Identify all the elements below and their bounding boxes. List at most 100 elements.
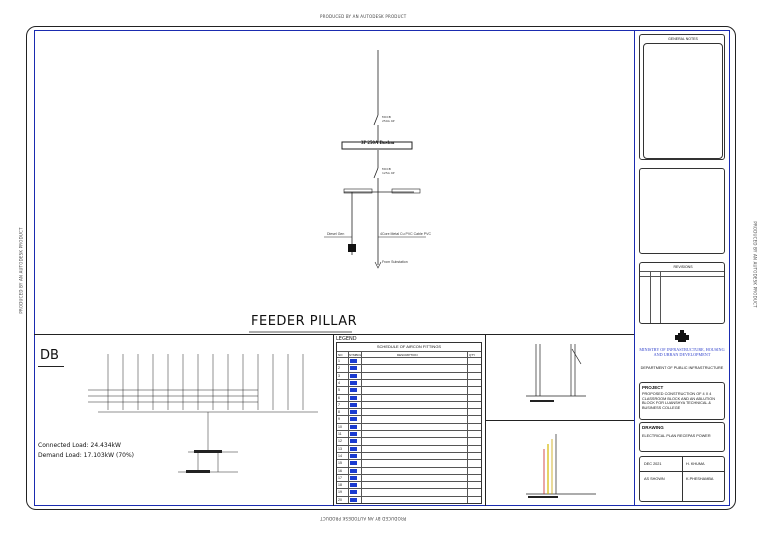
legend-row: 10 bbox=[337, 422, 481, 430]
legend-row: 1 bbox=[337, 357, 481, 364]
legend-table: SCHEDULE OF AIRCON FITTINGS NO SYMBOL DE… bbox=[336, 342, 482, 504]
ministry-block: MINISTRY OF INFRASTRUCTURE, HOUSING AND … bbox=[639, 330, 725, 382]
legend-row: 14 bbox=[337, 451, 481, 459]
legend-row: 11 bbox=[337, 430, 481, 437]
legend-row: 2 bbox=[337, 364, 481, 371]
legend-row-number: 16 bbox=[338, 468, 342, 473]
from-substation-label: From Substation bbox=[382, 260, 408, 264]
coat-of-arms-icon bbox=[675, 330, 689, 342]
legend-symbol-icon bbox=[350, 395, 357, 400]
db-schematic bbox=[88, 354, 318, 473]
legend-symbol-icon bbox=[350, 359, 357, 363]
legend-row-number: 6 bbox=[338, 395, 340, 400]
project-box: PROJECT PROPOSED CONSTRUCTION OF 4 X 4 C… bbox=[639, 382, 725, 420]
left-feed-label: Diesel Gen bbox=[327, 232, 345, 236]
stamp-right: PRODUCED BY AN AUTODESK PRODUCT bbox=[752, 221, 758, 308]
legend-row-number: 7 bbox=[338, 402, 340, 407]
legend-row: 18 bbox=[337, 481, 481, 488]
notes-box-2 bbox=[639, 168, 725, 254]
drawn-by-value: H. KHUMA bbox=[686, 462, 705, 466]
legend-schedule-title: SCHEDULE OF AIRCON FITTINGS bbox=[376, 344, 442, 349]
svg-text:125A 4P: 125A 4P bbox=[382, 171, 395, 175]
stamp-top: PRODUCED BY AN AUTODESK PRODUCT bbox=[320, 14, 407, 19]
legend-symbol-icon bbox=[350, 388, 357, 393]
legend-row-number: 14 bbox=[338, 453, 342, 458]
legend-symbol-icon bbox=[350, 439, 357, 444]
legend-symbol-icon bbox=[350, 410, 357, 415]
date-value: DEC 2021 bbox=[644, 462, 662, 466]
legend-row-number: 8 bbox=[338, 410, 340, 415]
connected-load: Connected Load: 24.434kW bbox=[38, 442, 121, 449]
general-notes-box: GENERAL NOTES bbox=[639, 34, 725, 160]
legend-row-number: 5 bbox=[338, 388, 340, 393]
legend-row: 9 bbox=[337, 415, 481, 422]
legend-symbol-icon bbox=[350, 380, 357, 385]
scale-value: AS SHOWN bbox=[644, 477, 665, 481]
legend-symbol-icon bbox=[350, 461, 357, 466]
legend-row-number: 1 bbox=[338, 359, 340, 363]
drawing-label: DRAWING bbox=[642, 425, 664, 430]
legend-row-number: 17 bbox=[338, 475, 342, 480]
legend-symbol-icon bbox=[350, 417, 357, 422]
legend-row: 7 bbox=[337, 400, 481, 408]
legend-row-number: 3 bbox=[338, 373, 340, 378]
legend-row: 15 bbox=[337, 459, 481, 466]
legend-row-number: 18 bbox=[338, 483, 342, 488]
legend-row-number: 4 bbox=[338, 380, 340, 385]
db-title: DB bbox=[40, 348, 59, 363]
legend-row: 8 bbox=[337, 408, 481, 415]
legend-symbol-icon bbox=[350, 366, 357, 371]
svg-text:250A 4P: 250A 4P bbox=[382, 119, 395, 123]
legend-row-number: 9 bbox=[338, 417, 340, 422]
legend-row-number: 19 bbox=[338, 490, 342, 495]
revisions-label: REVISIONS bbox=[673, 265, 693, 269]
legend-symbol-icon bbox=[350, 475, 357, 480]
legend-row-number: 12 bbox=[338, 439, 342, 444]
legend-row-number: 20 bbox=[338, 497, 342, 502]
legend-symbol-icon bbox=[350, 402, 357, 407]
legend-row: 5 bbox=[337, 386, 481, 393]
feeder-pillar-diagram: MCCB250A 4P MCCB125A 4P bbox=[249, 50, 426, 333]
project-text: PROPOSED CONSTRUCTION OF 4 X 4 CLASSROOM… bbox=[642, 392, 716, 410]
legend-symbol-icon bbox=[350, 497, 357, 502]
legend-symbol-icon bbox=[350, 490, 357, 495]
legend-row-number: 15 bbox=[338, 461, 342, 466]
legend-symbol-icon bbox=[350, 483, 357, 488]
legend-row: 16 bbox=[337, 466, 481, 474]
ministry-name: MINISTRY OF INFRASTRUCTURE, HOUSING AND … bbox=[639, 347, 725, 357]
legend-row: 13 bbox=[337, 444, 481, 452]
legend-row-number: 11 bbox=[338, 432, 342, 436]
legend-symbol-icon bbox=[350, 432, 357, 436]
drawing-box: DRAWING ELECTRICAL PLAN RECEPAS POWER bbox=[639, 422, 725, 452]
legend-row: 4 bbox=[337, 378, 481, 386]
legend-symbol-icon bbox=[350, 424, 357, 429]
legend-symbol-icon bbox=[350, 468, 357, 473]
feeder-pillar-title: FEEDER PILLAR bbox=[251, 314, 358, 329]
legend-row-number: 2 bbox=[338, 366, 340, 371]
project-label: PROJECT bbox=[642, 385, 664, 390]
legend-rows: 1 2 3 4 5 6 7 8 9 10 11 12 13 14 15 16 17 18 19 20 bbox=[337, 357, 481, 503]
checked-by-value: K.PHESHAMBA bbox=[686, 477, 714, 481]
right-feed-label: 4Core Metal Cu PVC Cable PVC bbox=[380, 232, 431, 236]
revisions-box: REVISIONS bbox=[639, 262, 725, 324]
legend-row: 3 bbox=[337, 371, 481, 379]
info-box: DEC 2021 H. KHUMA AS SHOWN K.PHESHAMBA bbox=[639, 456, 725, 502]
legend-row: 19 bbox=[337, 488, 481, 495]
legend-row-number: 13 bbox=[338, 446, 342, 451]
legend-row-number: 10 bbox=[338, 424, 342, 429]
legend-symbol-icon bbox=[350, 373, 357, 378]
demand-load: Demand Load: 17.103kW (70%) bbox=[38, 452, 134, 459]
department-name: DEPARTMENT OF PUBLIC INFRASTRUCTURE bbox=[640, 366, 724, 370]
title-block: GENERAL NOTES REVISIONS MINISTRY OF INFR… bbox=[634, 30, 730, 506]
detail-drawings bbox=[526, 344, 596, 498]
stamp-bottom: PRODUCED BY AN AUTODESK PRODUCT bbox=[320, 516, 407, 521]
legend-row: 12 bbox=[337, 437, 481, 444]
legend-symbol-icon bbox=[350, 453, 357, 458]
busbar-label: 3P 250A Busbar bbox=[360, 141, 396, 146]
legend-row: 6 bbox=[337, 393, 481, 401]
general-notes-label: GENERAL NOTES bbox=[668, 37, 698, 41]
legend-symbol-icon bbox=[350, 446, 357, 451]
legend-row: 20 bbox=[337, 495, 481, 503]
legend-row: 17 bbox=[337, 473, 481, 481]
stamp-left: PRODUCED BY AN AUTODESK PRODUCT bbox=[18, 227, 24, 314]
